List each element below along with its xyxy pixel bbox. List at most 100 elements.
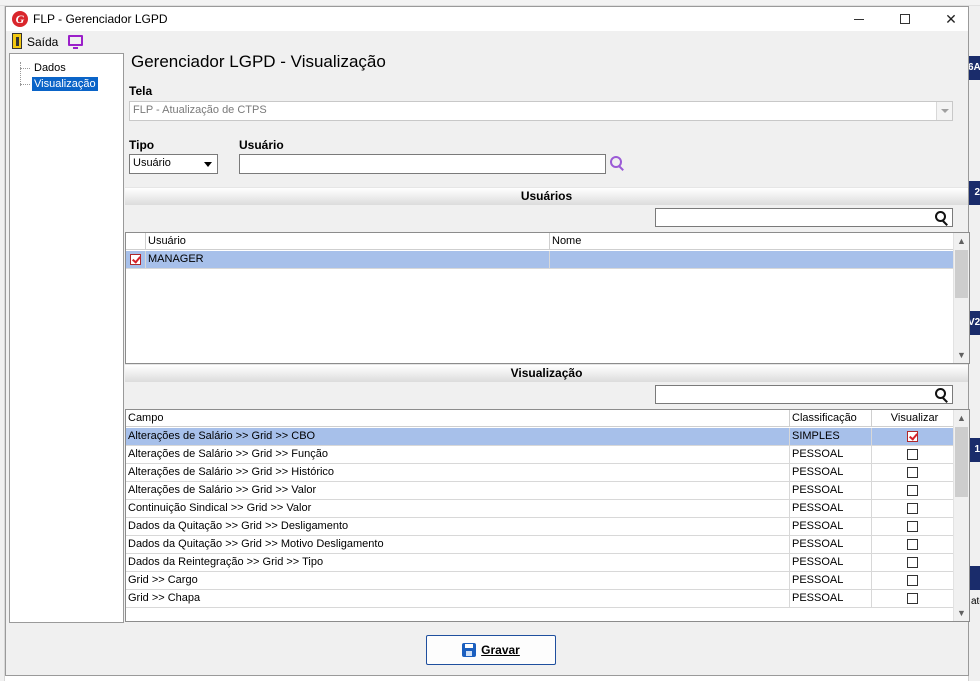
floppy-disk-icon [462,642,477,657]
save-button-label: Gravar [481,643,520,657]
column-header-classificacao[interactable]: Classificação [790,410,872,427]
table-cell-visualizar [872,464,955,481]
table-cell-classificacao: PESSOAL [790,500,872,517]
table-cell-campo: Alterações de Salário >> Grid >> CBO [126,428,790,445]
tipo-select[interactable]: Usuário [129,154,218,174]
app-logo-icon: G [12,11,28,27]
visualizar-checkbox[interactable] [907,575,918,586]
table-row[interactable]: Dados da Quitação >> Grid >> Desligament… [126,518,955,536]
tela-select[interactable]: FLP - Atualização de CTPS [129,101,953,121]
tree-item-visualizacao[interactable]: Visualização [32,77,98,91]
close-button[interactable]: ✕ [928,7,974,31]
lgpd-manager-window: G FLP - Gerenciador LGPD ✕ Saída Dados V… [5,6,970,676]
table-cell-classificacao: PESSOAL [790,554,872,571]
navigation-tree: Dados Visualização [9,53,124,623]
usuarios-filter-input[interactable] [655,208,953,227]
visualizacao-filter-input[interactable] [655,385,953,404]
scroll-up-icon[interactable]: ▲ [954,410,969,426]
maximize-icon [900,14,910,24]
column-header-visualizar[interactable]: Visualizar [872,410,955,427]
exit-button[interactable]: Saída [27,35,58,49]
visualizar-checkbox[interactable] [907,539,918,550]
table-row[interactable]: Alterações de Salário >> Grid >> Históri… [126,464,955,482]
tela-label: Tela [129,84,153,98]
minimize-icon [854,19,864,20]
column-header-usuario[interactable]: Usuário [146,233,550,250]
tree-item-dados[interactable]: Dados [32,61,68,75]
table-cell-visualizar [872,500,955,517]
table-cell-classificacao: PESSOAL [790,590,872,607]
row-checkbox[interactable] [130,254,141,265]
visualizar-checkbox[interactable] [907,557,918,568]
usuario-label: Usuário [239,138,284,152]
column-header-check[interactable] [126,233,146,250]
chevron-down-icon[interactable] [201,156,216,172]
search-icon[interactable] [610,156,624,170]
scroll-thumb[interactable] [955,250,968,298]
background-tab: 2 [968,181,980,205]
exit-door-icon[interactable] [12,33,22,49]
visualizar-checkbox[interactable] [907,521,918,532]
background-tab: 6A [968,56,980,80]
table-row[interactable]: MANAGER [126,251,955,269]
table-cell-visualizar [872,572,955,589]
search-icon[interactable] [935,388,948,401]
visualizar-checkbox[interactable] [907,449,918,460]
title-bar[interactable]: G FLP - Gerenciador LGPD ✕ [6,7,968,31]
table-cell-campo: Grid >> Cargo [126,572,790,589]
table-cell-classificacao: PESSOAL [790,446,872,463]
scroll-thumb[interactable] [955,427,968,497]
save-button[interactable]: Gravar [426,635,556,665]
scroll-up-icon[interactable]: ▲ [954,233,969,249]
usuarios-scrollbar[interactable]: ▲ ▼ [953,233,969,363]
table-cell-classificacao: PESSOAL [790,518,872,535]
table-cell-visualizar [872,554,955,571]
table-row[interactable]: Alterações de Salário >> Grid >> CBO SIMP… [126,428,955,446]
tree-connector [20,84,30,85]
table-cell-campo: Grid >> Chapa [126,590,790,607]
table-cell-usuario: MANAGER [146,251,550,268]
usuario-input[interactable] [239,154,606,174]
visualizar-checkbox[interactable] [907,503,918,514]
table-cell-classificacao: PESSOAL [790,464,872,481]
visualizar-checkbox[interactable] [907,485,918,496]
search-icon[interactable] [935,211,948,224]
table-cell-visualizar [872,536,955,553]
chevron-down-icon[interactable] [936,102,952,120]
visualizar-checkbox[interactable] [907,593,918,604]
close-icon: ✕ [945,11,957,27]
column-header-nome[interactable]: Nome [550,233,955,250]
table-cell-classificacao: PESSOAL [790,572,872,589]
maximize-button[interactable] [882,7,928,31]
page-title: Gerenciador LGPD - Visualização [131,52,386,71]
table-row[interactable]: Grid >> Chapa PESSOAL [126,590,955,608]
visualizacao-grid-header: Campo Classificação Visualizar [126,410,955,427]
table-cell-campo: Dados da Quitação >> Grid >> Motivo Desl… [126,536,790,553]
table-row[interactable]: Dados da Quitação >> Grid >> Motivo Desl… [126,536,955,554]
table-row[interactable]: Continuição Sindical >> Grid >> Valor PES… [126,500,955,518]
table-row[interactable]: Grid >> Cargo PESSOAL [126,572,955,590]
visualizacao-scrollbar[interactable]: ▲ ▼ [953,410,969,621]
table-cell-campo: Dados da Quitação >> Grid >> Desligament… [126,518,790,535]
minimize-button[interactable] [836,7,882,31]
table-cell-visualizar [872,590,955,607]
visualizacao-grid: Campo Classificação Visualizar Alteraçõe… [125,409,970,622]
background-side-text: ato [971,596,980,607]
table-cell-check [126,251,146,268]
table-cell-campo: Dados da Reintegração >> Grid >> Tipo [126,554,790,571]
scroll-down-icon[interactable]: ▼ [954,347,969,363]
table-row[interactable]: Dados da Reintegração >> Grid >> Tipo PES… [126,554,955,572]
table-cell-visualizar [872,482,955,499]
table-cell-classificacao: PESSOAL [790,536,872,553]
scroll-down-icon[interactable]: ▼ [954,605,969,621]
monitor-icon[interactable] [68,35,83,49]
table-row[interactable]: Alterações de Salário >> Grid >> Valor PE… [126,482,955,500]
table-cell-campo: Continuição Sindical >> Grid >> Valor [126,500,790,517]
visualizar-checkbox[interactable] [907,431,918,442]
visualizar-checkbox[interactable] [907,467,918,478]
table-cell-classificacao: PESSOAL [790,482,872,499]
usuarios-grid-header: Usuário Nome [126,233,955,250]
usuarios-grid: Usuário Nome MANAGER ▲ ▼ [125,232,970,364]
column-header-campo[interactable]: Campo [126,410,790,427]
table-row[interactable]: Alterações de Salário >> Grid >> Função P… [126,446,955,464]
